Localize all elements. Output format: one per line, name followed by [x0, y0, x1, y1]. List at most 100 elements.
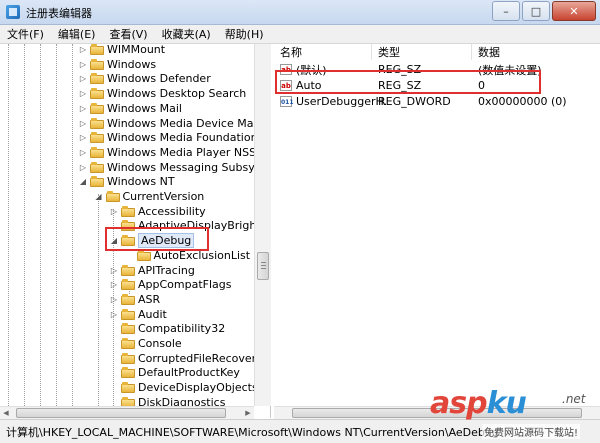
folder-icon [90, 102, 104, 114]
tree-item-label: Windows Media Device Manager [107, 116, 271, 130]
tree-item[interactable]: ▷ WIMMount [78, 44, 165, 57]
tree-item-label: CorruptedFileRecovery [138, 351, 263, 365]
folder-icon [136, 249, 151, 261]
scroll-left-icon[interactable]: ◀ [0, 407, 12, 419]
folder-icon [121, 382, 135, 394]
menu-edit[interactable]: 编辑(E) [51, 26, 103, 42]
tree-item[interactable]: ◢ AeDebug [109, 233, 195, 249]
watermark-subtitle: 免费网站源码下载站! [482, 424, 581, 439]
tree-item[interactable]: ◢ Windows NT [78, 174, 175, 189]
tree-item-label: Windows Mail [107, 101, 182, 115]
expand-arrow-icon[interactable]: ▷ [78, 104, 88, 113]
watermark-logo: aspku [430, 386, 527, 421]
status-key-path: 计算机\HKEY_LOCAL_MACHINE\SOFTWARE\Microsof… [6, 425, 499, 439]
tree-item[interactable]: ▷ Accessibility [109, 204, 206, 219]
tree-item[interactable]: ▷ AppCompatFlags [109, 277, 232, 292]
tree-item[interactable]: ▷ Windows Media Device Manager [78, 116, 271, 131]
expand-arrow-icon[interactable]: ▷ [78, 74, 88, 83]
folder-icon [90, 132, 104, 144]
tree-item[interactable]: ▷ Windows Mail [78, 101, 182, 116]
expand-arrow-icon[interactable]: ▷ [78, 133, 88, 142]
folder-icon [121, 352, 135, 364]
expand-arrow-icon[interactable]: ▷ [78, 45, 88, 54]
scroll-right-icon[interactable]: ▶ [242, 407, 254, 419]
tree-guide-line [40, 44, 41, 418]
value-name: UserDebuggerH... [296, 95, 386, 108]
column-header-data[interactable]: 数据 [472, 44, 600, 60]
site-watermark: aspku .net 免费网站源码下载站! [430, 386, 600, 442]
tree-item-label: Windows Media Foundation [107, 131, 258, 145]
tree-item[interactable]: ▷ APITracing [109, 263, 195, 278]
tree-item[interactable]: ▷ Windows Media Player NSS [78, 145, 256, 160]
tree-vertical-scrollbar[interactable] [254, 44, 271, 406]
tree-item-label: AutoExclusionList [153, 248, 251, 262]
column-header-name[interactable]: 名称 [274, 44, 372, 60]
menu-view[interactable]: 查看(V) [102, 26, 154, 42]
collapse-arrow-icon[interactable]: ◢ [94, 192, 104, 201]
tree-item[interactable]: Console [109, 336, 182, 351]
tree-item[interactable]: ▷ Windows Media Foundation [78, 130, 258, 145]
close-button[interactable]: ✕ [552, 1, 596, 21]
registry-key-tree[interactable]: ▷ WIMMount ▷ Windows ▷ Windows Defender ▷ Windo… [0, 44, 271, 418]
title-bar: 注册表编辑器 – □ ✕ [0, 0, 600, 25]
tree-item[interactable]: Compatibility32 [109, 321, 225, 336]
folder-icon [121, 367, 135, 379]
tree-scroll-thumb[interactable] [257, 252, 269, 280]
folder-icon [121, 264, 135, 276]
folder-icon [121, 235, 135, 247]
expand-arrow-icon[interactable]: ▷ [78, 163, 88, 172]
value-data: 0 [478, 79, 485, 92]
tree-item[interactable]: ▷ ASR [109, 292, 160, 307]
menu-favorites[interactable]: 收藏夹(A) [155, 26, 218, 42]
tree-item[interactable]: ▷ Windows Messaging Subsystem [78, 160, 270, 175]
expand-arrow-icon[interactable]: ▷ [78, 89, 88, 98]
value-row-default[interactable]: ab (默认) REG_SZ (数值未设置) [274, 62, 600, 77]
tree-item-label: Windows Desktop Search [107, 87, 247, 101]
folder-icon [90, 146, 104, 158]
collapse-arrow-icon[interactable]: ◢ [109, 236, 119, 245]
tree-item-label: DeviceDisplayObjects [138, 381, 258, 395]
tree-item-label: DefaultProductKey [138, 366, 240, 380]
expand-arrow-icon[interactable]: ▷ [109, 207, 119, 216]
folder-icon [121, 323, 135, 335]
value-row-auto[interactable]: ab Auto REG_SZ 0 [274, 78, 600, 93]
tree-item[interactable]: CorruptedFileRecovery [109, 351, 263, 366]
value-row-userdebuggerhotkey[interactable]: 011 UserDebuggerH... REG_DWORD 0x0000000… [274, 94, 600, 109]
value-type: REG_DWORD [378, 95, 451, 108]
tree-item[interactable]: ▷ Audit [109, 307, 167, 322]
folder-icon [90, 73, 104, 85]
expand-arrow-icon[interactable]: ▷ [109, 280, 119, 289]
tree-item[interactable]: ▷ Windows [78, 57, 156, 72]
folder-icon [90, 88, 104, 100]
expand-arrow-icon[interactable]: ▷ [109, 295, 119, 304]
collapse-arrow-icon[interactable]: ◢ [78, 177, 88, 186]
tree-item-label: CurrentVersion [122, 190, 205, 203]
column-header-type[interactable]: 类型 [372, 44, 472, 60]
tree-horizontal-scrollbar[interactable]: ◀ ▶ [0, 406, 254, 419]
tree-item[interactable]: AutoExclusionList [125, 248, 251, 263]
expand-arrow-icon[interactable]: ▷ [78, 60, 88, 69]
menu-help[interactable]: 帮助(H) [218, 26, 271, 42]
folder-icon [121, 205, 135, 217]
folder-icon [121, 279, 135, 291]
tree-item[interactable]: DefaultProductKey [109, 365, 240, 380]
minimize-button[interactable]: – [492, 1, 520, 21]
expand-arrow-icon[interactable]: ▷ [109, 266, 119, 275]
expand-arrow-icon[interactable]: ▷ [109, 310, 119, 319]
tree-item[interactable]: ▷ Windows Desktop Search [78, 86, 246, 101]
menu-file[interactable]: 文件(F) [0, 26, 51, 42]
expand-arrow-icon[interactable]: ▷ [78, 148, 88, 157]
tree-hscroll-thumb[interactable] [16, 408, 226, 418]
expand-arrow-icon[interactable]: ▷ [78, 119, 88, 128]
registry-values-list: 名称 类型 数据 ab (默认) REG_SZ (数值未设置) ab Auto … [274, 44, 600, 418]
maximize-button[interactable]: □ [522, 1, 550, 21]
folder-icon [121, 308, 135, 320]
tree-item[interactable]: DeviceDisplayObjects [109, 380, 258, 395]
tree-item-label: Compatibility32 [138, 322, 226, 336]
tree-item[interactable]: ▷ Windows Defender [78, 71, 211, 86]
value-name: (默认) [296, 63, 327, 77]
window-controls: – □ ✕ [490, 1, 596, 21]
tree-item[interactable]: AdaptiveDisplayBrightness [109, 218, 270, 233]
tree-item[interactable]: ◢ CurrentVersion [94, 189, 205, 204]
tree-item-label: Console [138, 337, 182, 350]
